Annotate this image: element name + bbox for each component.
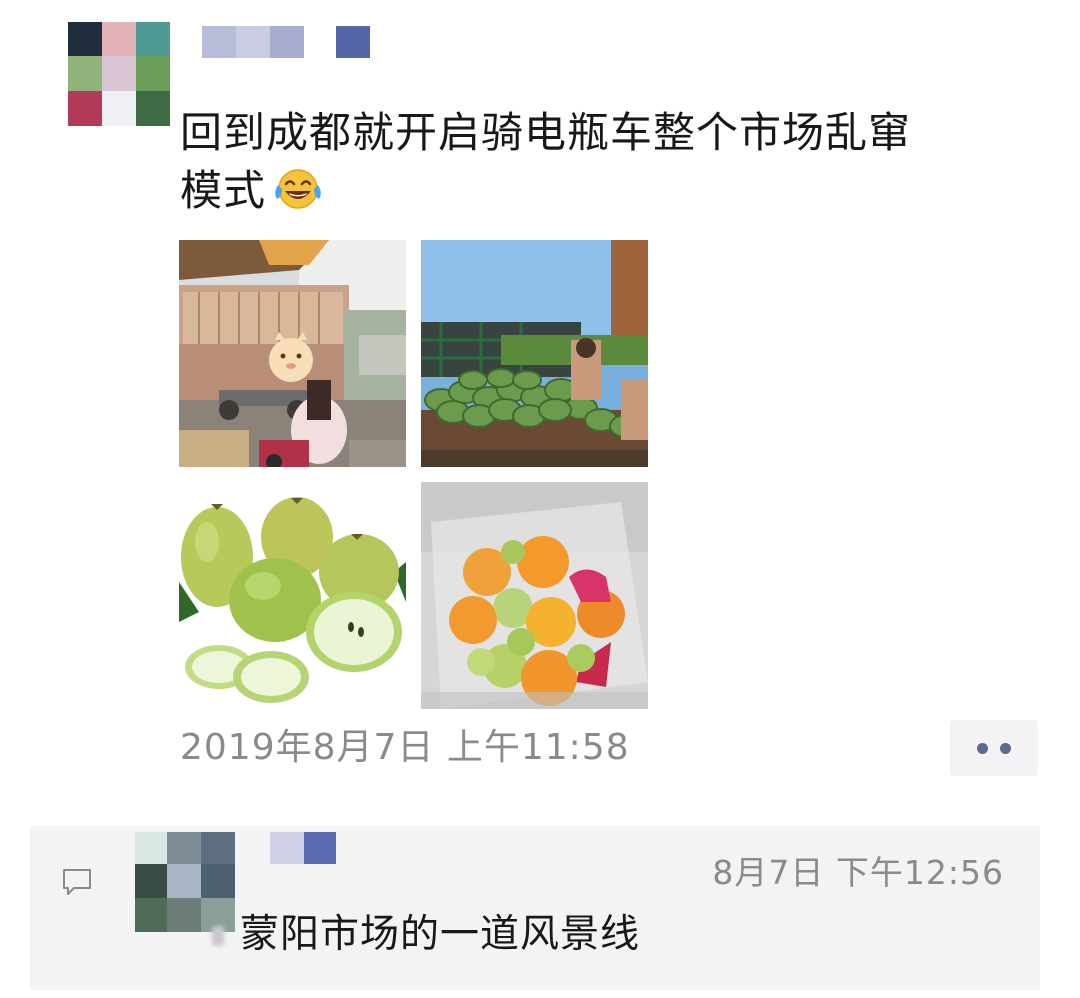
commenter-name-blur xyxy=(212,926,224,946)
commenter-name[interactable] xyxy=(270,832,336,864)
more-dots-icon[interactable] xyxy=(950,720,1038,776)
post-text-line-2: 模式 xyxy=(180,162,1040,226)
comment-timestamp: 8月7日 下午12:56 xyxy=(712,853,1004,892)
post-timestamp: 2019年8月7日 上午11:58 xyxy=(180,727,630,768)
comment-icon xyxy=(58,862,98,902)
post-text-line-1: 回到成都就开启骑电瓶车整个市场乱窜 xyxy=(180,108,912,157)
fruit-box-photo[interactable] xyxy=(421,482,648,709)
post-text-line-2-label: 模式 xyxy=(180,166,267,215)
watermelon-truck-photo[interactable] xyxy=(421,240,648,467)
market-truck-photo[interactable] xyxy=(179,240,406,467)
comment-text: 蒙阳市场的一道风景线 xyxy=(240,912,641,957)
more-dot-right xyxy=(1000,742,1011,754)
commenter-avatar[interactable] xyxy=(135,832,235,932)
more-dot-left xyxy=(977,742,988,754)
poster-name[interactable] xyxy=(202,26,370,58)
moments-feed: 回到成都就开启骑电瓶车整个市场乱窜 模式 2019年8月7日 上午11:58 8… xyxy=(0,0,1080,998)
face-with-tears-of-joy-icon xyxy=(272,167,324,226)
guava-photo[interactable] xyxy=(179,482,406,709)
poster-avatar[interactable] xyxy=(68,22,170,126)
post-text: 回到成都就开启骑电瓶车整个市场乱窜 模式 xyxy=(180,104,1040,226)
